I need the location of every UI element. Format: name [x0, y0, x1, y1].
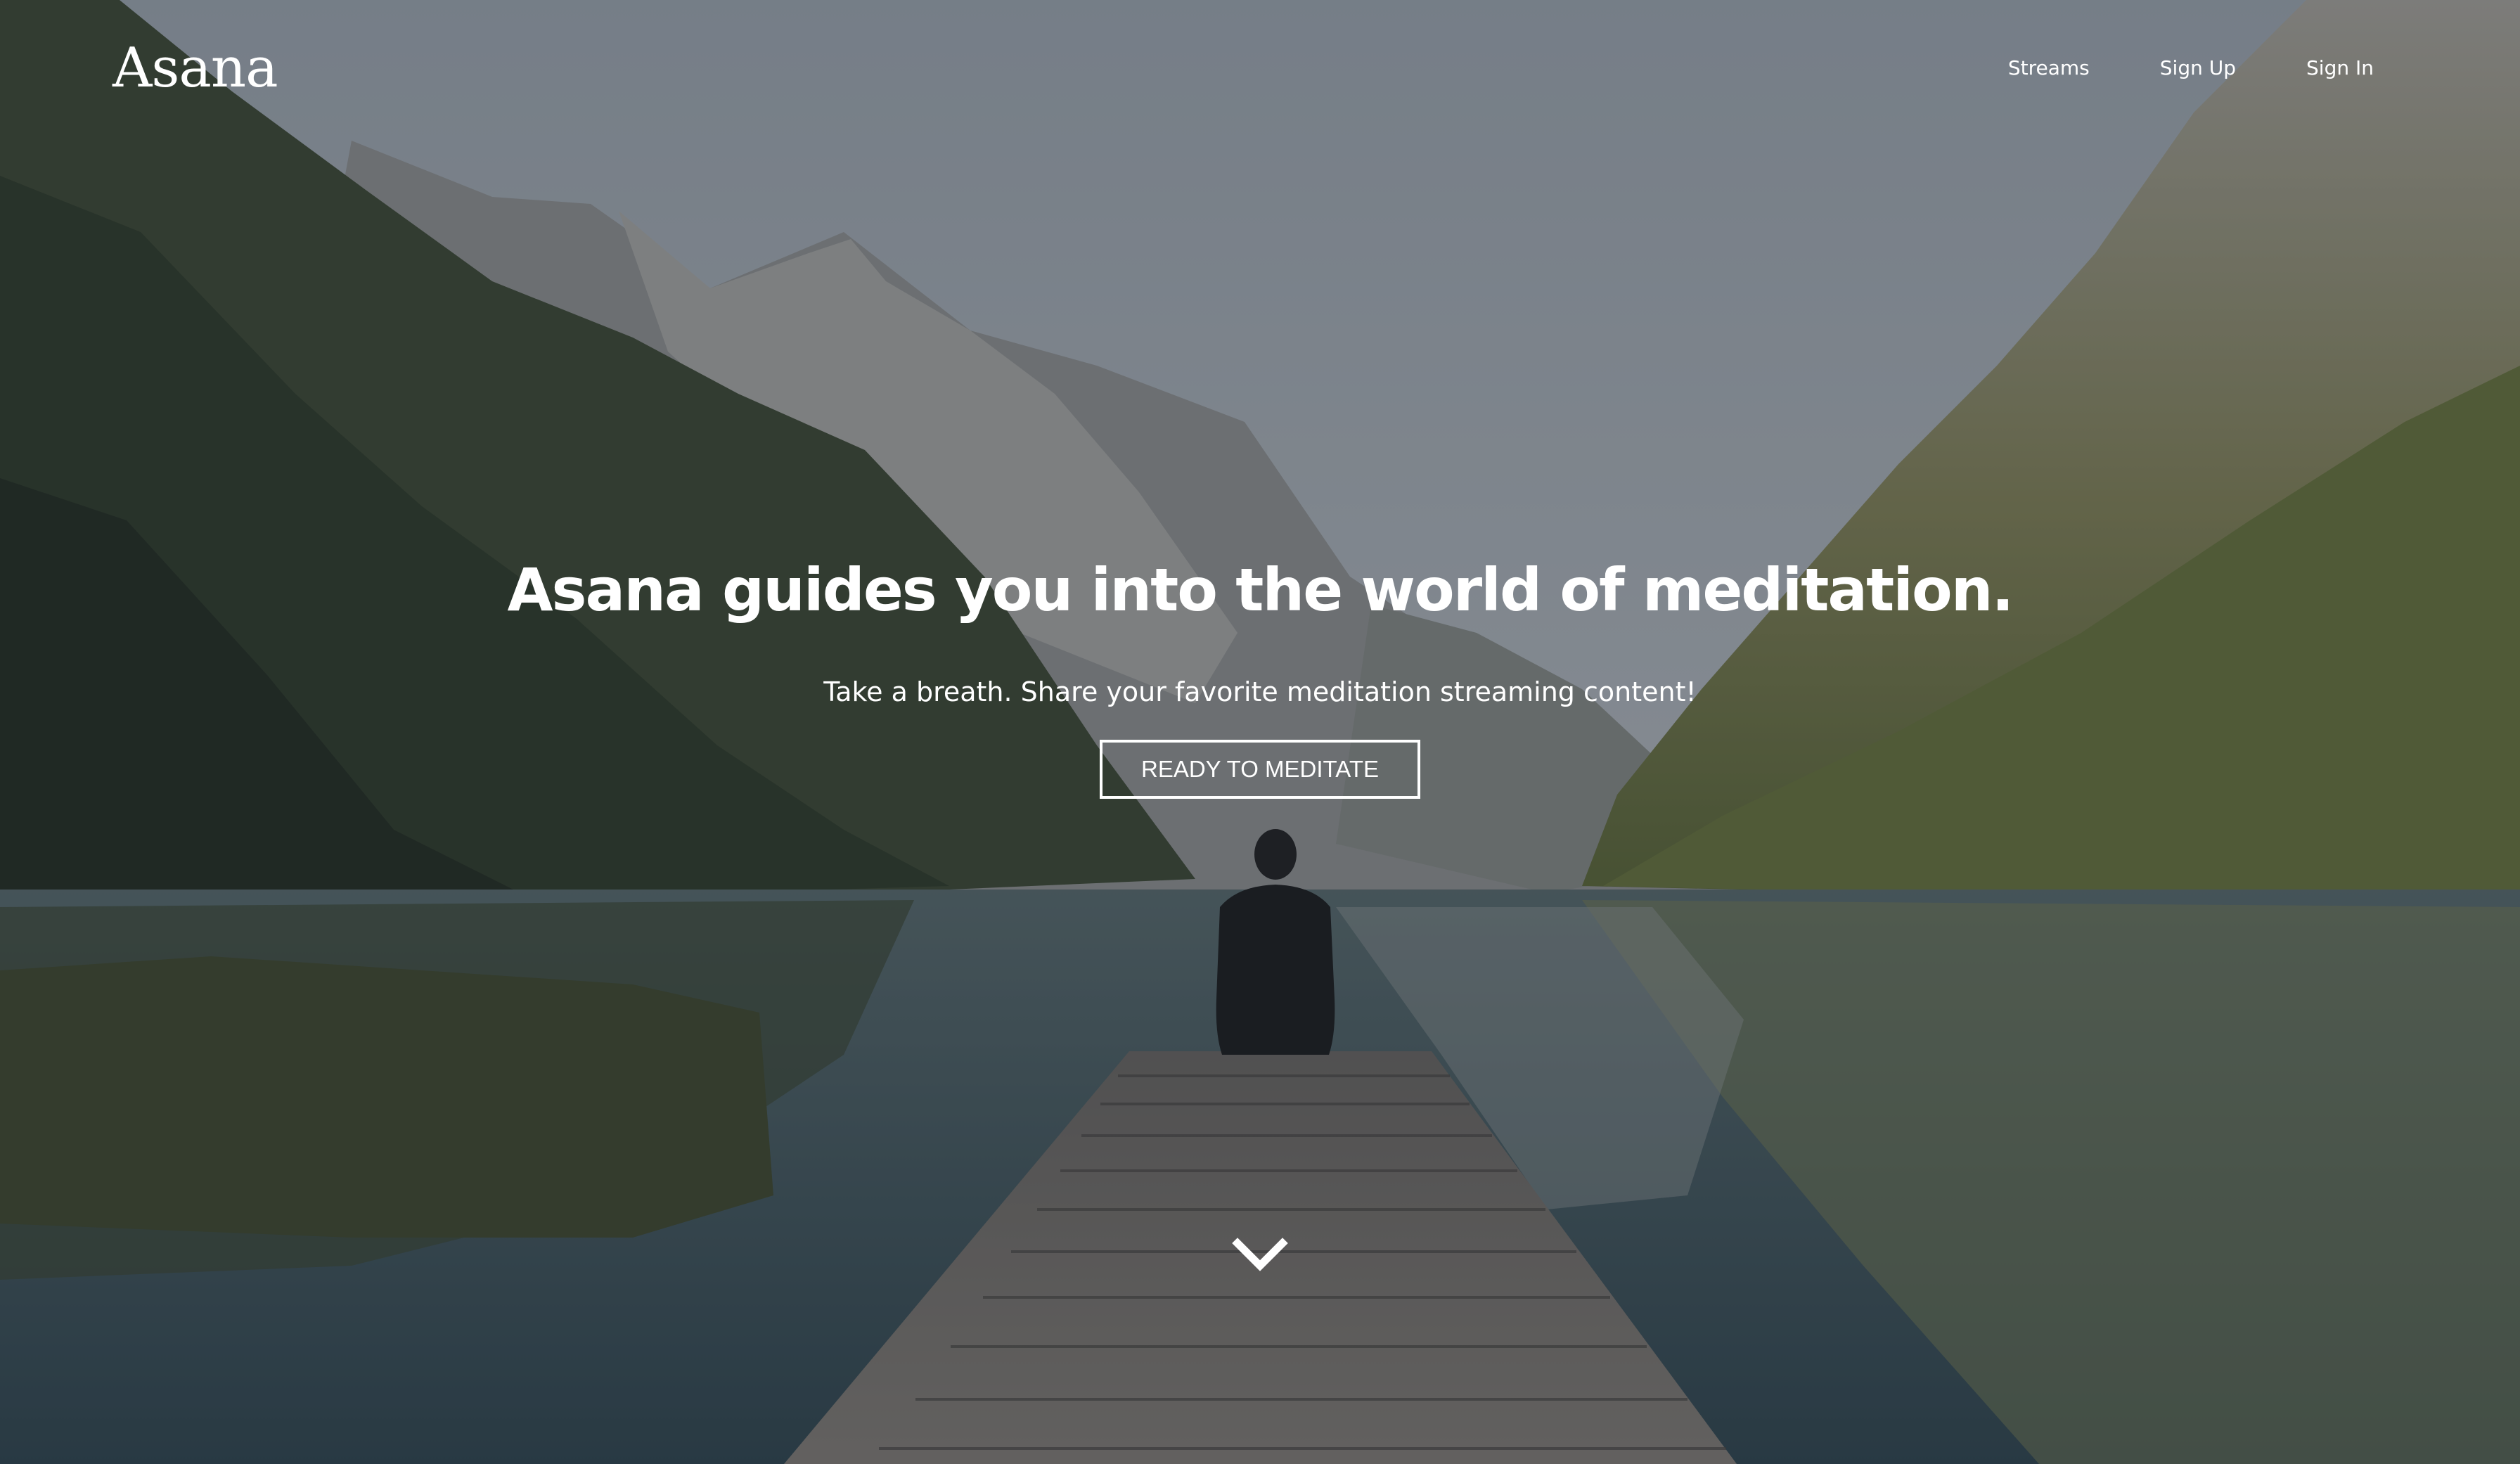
ready-to-meditate-button[interactable]: READY TO MEDITATE	[1100, 740, 1420, 799]
nav-link-streams[interactable]: Streams	[2008, 56, 2090, 79]
nav-link-sign-up[interactable]: Sign Up	[2160, 56, 2236, 79]
hero-subheadline: Take a breath. Share your favorite medit…	[823, 676, 1697, 707]
hero-section: Asana Streams Sign Up Sign In Asana guid…	[0, 0, 2520, 1464]
nav-link-sign-in[interactable]: Sign In	[2306, 56, 2374, 79]
nav-menu: Streams Sign Up Sign In	[2008, 56, 2374, 79]
chevron-down-icon[interactable]	[1232, 1236, 1288, 1273]
hero-headline: Asana guides you into the world of medit…	[507, 556, 2014, 624]
brand-logo[interactable]: Asana	[112, 37, 278, 100]
top-navbar: Asana Streams Sign Up Sign In	[0, 0, 2520, 141]
